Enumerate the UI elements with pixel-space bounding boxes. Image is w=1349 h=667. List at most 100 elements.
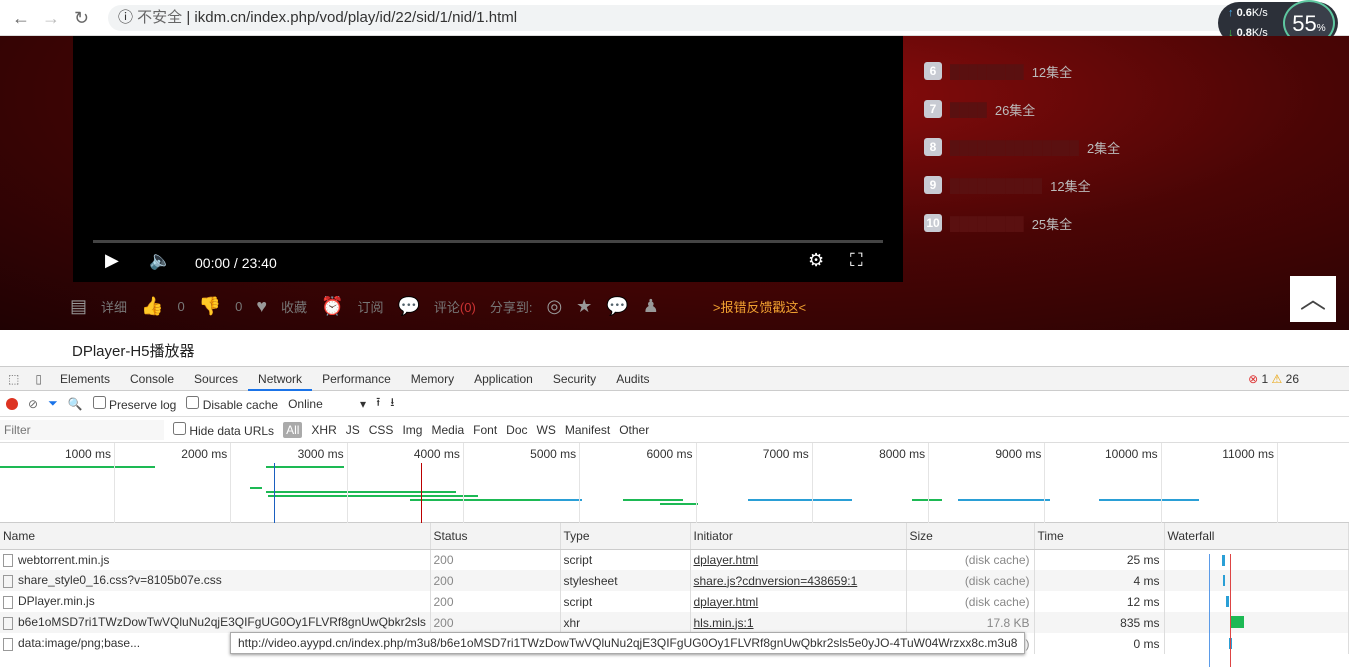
qq-icon[interactable]: ♟ <box>643 296 659 317</box>
table-row[interactable]: share_style0_16.css?v=8105b07e.css 200 s… <box>0 570 1349 591</box>
type-filter-img[interactable]: Img <box>402 423 422 437</box>
tab-application[interactable]: Application <box>464 367 543 391</box>
list-item[interactable]: 8 ██████████████ 2集全 <box>924 137 1120 157</box>
col-size[interactable]: Size <box>906 523 1035 550</box>
col-status[interactable]: Status <box>430 523 561 550</box>
comment-link[interactable]: 评论(0) <box>434 297 476 316</box>
inspect-icon[interactable]: ⬚ <box>0 372 27 386</box>
col-waterfall[interactable]: Waterfall <box>1164 523 1349 550</box>
report-link[interactable]: >报错反馈戳这< <box>713 297 806 316</box>
type-filter-media[interactable]: Media <box>431 423 464 437</box>
timeline-tick-label: 6000 ms <box>646 447 693 461</box>
table-row[interactable]: webtorrent.min.js 200 script dplayer.htm… <box>0 549 1349 570</box>
type-filter-other[interactable]: Other <box>619 423 649 437</box>
comment-count: (0) <box>459 299 476 315</box>
weibo-icon[interactable]: ◎ <box>546 296 562 317</box>
volume-icon[interactable]: 🔈 <box>149 250 171 271</box>
document-icon: ▤ <box>70 295 88 316</box>
initiator-link[interactable]: share.js?cdnversion=438659:1 <box>694 574 858 588</box>
progress-bar[interactable] <box>93 240 883 243</box>
throttle-select[interactable]: Online ▾ <box>288 397 366 411</box>
video-player[interactable]: ▶ 🔈 00:00 / 23:40 ⚙ ⛶ <box>73 36 903 282</box>
request-name[interactable]: b6e1oMSD7ri1TWzDowTwVQluNu2qjE3QIFgUG0Oy… <box>0 612 431 633</box>
issue-counts[interactable]: ⊗ 1 ⚠ 26 <box>1248 372 1299 386</box>
col-type[interactable]: Type <box>560 523 691 550</box>
tab-security[interactable]: Security <box>543 367 606 391</box>
initiator-link[interactable]: dplayer.html <box>694 553 759 567</box>
col-time[interactable]: Time <box>1034 523 1165 550</box>
type-filter-ws[interactable]: WS <box>537 423 556 437</box>
forward-icon[interactable]: → <box>42 8 60 29</box>
record-button[interactable] <box>6 397 18 410</box>
type-filter-doc[interactable]: Doc <box>506 423 527 437</box>
initiator-link[interactable]: dplayer.html <box>694 595 759 609</box>
status-cell: 200 <box>430 549 561 570</box>
file-icon <box>3 574 13 588</box>
subscribe-link[interactable]: 订阅 <box>357 297 383 316</box>
type-filter-all[interactable]: All <box>283 421 303 438</box>
initiator-link[interactable]: hls.min.js:1 <box>694 616 754 630</box>
list-item[interactable]: 9 ██████████ 12集全 <box>924 175 1091 195</box>
time-cell: 12 ms <box>1034 591 1165 612</box>
thumbs-down-icon[interactable]: 👎 <box>199 296 221 317</box>
wechat-icon[interactable]: 💬 <box>606 296 628 317</box>
export-icon[interactable]: ⭳ <box>390 393 394 414</box>
filter-input[interactable] <box>0 419 164 440</box>
info-icon[interactable]: ⓘ <box>118 9 137 26</box>
waterfall-cell <box>1164 612 1349 633</box>
device-icon[interactable]: ▯ <box>27 372 50 386</box>
reload-icon[interactable]: ↻ <box>74 8 89 29</box>
list-item[interactable]: 10 ████████ 25集全 <box>924 213 1072 233</box>
hide-data-urls-checkbox[interactable]: Hide data URLs <box>173 421 274 438</box>
tab-elements[interactable]: Elements <box>50 367 120 391</box>
settings-icon[interactable]: ⚙ <box>808 250 824 271</box>
back-icon[interactable]: ← <box>12 8 30 29</box>
thumbs-up-icon[interactable]: 👍 <box>141 296 163 317</box>
request-name[interactable]: share_style0_16.css?v=8105b07e.css <box>0 570 431 591</box>
tab-audits[interactable]: Audits <box>606 367 659 391</box>
table-row[interactable]: DPlayer.min.js 200 script dplayer.html (… <box>0 591 1349 612</box>
col-initiator[interactable]: Initiator <box>690 523 907 550</box>
timeline-bar <box>958 499 1050 501</box>
player-title: DPlayer-H5播放器 <box>72 343 195 360</box>
type-filter-css[interactable]: CSS <box>369 423 394 437</box>
timeline-gridline <box>230 443 232 523</box>
name-text: webtorrent.min.js <box>18 552 110 567</box>
clear-icon[interactable]: ⊘ <box>28 397 38 411</box>
address-bar[interactable]: ⓘ 不安全 | ikdm.cn/index.php/vod/play/id/22… <box>108 5 1258 31</box>
tab-performance[interactable]: Performance <box>312 367 401 391</box>
qzone-icon[interactable]: ★ <box>576 296 592 317</box>
tab-network[interactable]: Network <box>248 367 313 391</box>
tab-console[interactable]: Console <box>120 367 184 391</box>
fullscreen-icon[interactable]: ⛶ <box>850 250 863 271</box>
timeline-tick-label: 7000 ms <box>762 447 809 461</box>
detail-link[interactable]: 详细 <box>101 297 127 316</box>
status-cell: 200 <box>430 612 561 633</box>
back-to-top-button[interactable]: ︿ <box>1290 276 1336 322</box>
list-item[interactable]: 6 ████████ 12集全 <box>924 61 1072 81</box>
type-filter-font[interactable]: Font <box>473 423 497 437</box>
request-name[interactable]: DPlayer.min.js <box>0 591 431 612</box>
col-name[interactable]: Name <box>0 523 431 550</box>
load-line <box>421 463 422 523</box>
dislike-count: 0 <box>235 298 243 314</box>
filter-icon[interactable]: ⏷ <box>48 396 58 411</box>
preserve-log-label: Preserve log <box>108 397 177 412</box>
play-icon[interactable]: ▶ <box>105 250 119 271</box>
type-filter-manifest[interactable]: Manifest <box>565 423 610 437</box>
tab-sources[interactable]: Sources <box>184 367 248 391</box>
disable-cache-checkbox[interactable]: Disable cache <box>186 395 278 412</box>
table-row[interactable]: b6e1oMSD7ri1TWzDowTwVQluNu2qjE3QIFgUG0Oy… <box>0 612 1349 633</box>
timeline-bar <box>250 487 262 489</box>
favorite-link[interactable]: 收藏 <box>281 297 307 316</box>
type-filter-js[interactable]: JS <box>346 423 360 437</box>
type-filter-xhr[interactable]: XHR <box>311 423 336 437</box>
preserve-log-checkbox[interactable]: Preserve log <box>92 395 177 412</box>
list-item[interactable]: 7 ████ 26集全 <box>924 99 1035 119</box>
request-name[interactable]: webtorrent.min.js <box>0 549 431 570</box>
import-icon[interactable]: ⭱ <box>376 393 380 414</box>
network-overview[interactable]: 1000 ms 2000 ms 3000 ms 4000 ms 5000 ms 6000 … <box>0 443 1349 523</box>
search-icon[interactable]: 🔍 <box>68 397 83 411</box>
tab-memory[interactable]: Memory <box>401 367 464 391</box>
episode-count: 2集全 <box>1086 140 1121 156</box>
